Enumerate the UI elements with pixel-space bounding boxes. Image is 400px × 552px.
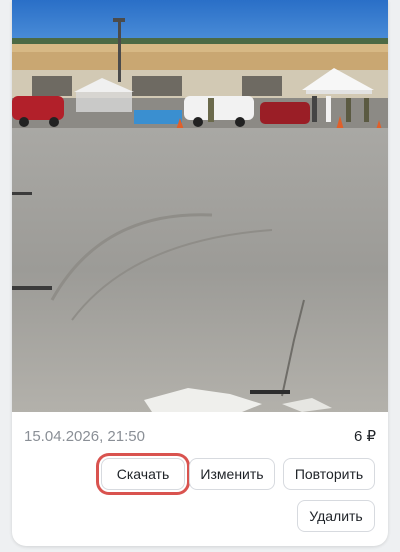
- delete-button[interactable]: Удалить: [297, 500, 375, 532]
- download-button[interactable]: Скачать: [101, 458, 185, 490]
- order-card: 15.04.2026, 21:50 6 ₽ Скачать Изменить П…: [12, 0, 388, 546]
- order-price: 6 ₽: [353, 428, 376, 445]
- generated-image[interactable]: [12, 0, 388, 412]
- order-datetime: 15.04.2026, 21:50: [24, 427, 145, 445]
- edit-button[interactable]: Изменить: [189, 458, 275, 490]
- repeat-button[interactable]: Повторить: [283, 458, 375, 490]
- order-meta: 15.04.2026, 21:50 6 ₽: [24, 426, 376, 446]
